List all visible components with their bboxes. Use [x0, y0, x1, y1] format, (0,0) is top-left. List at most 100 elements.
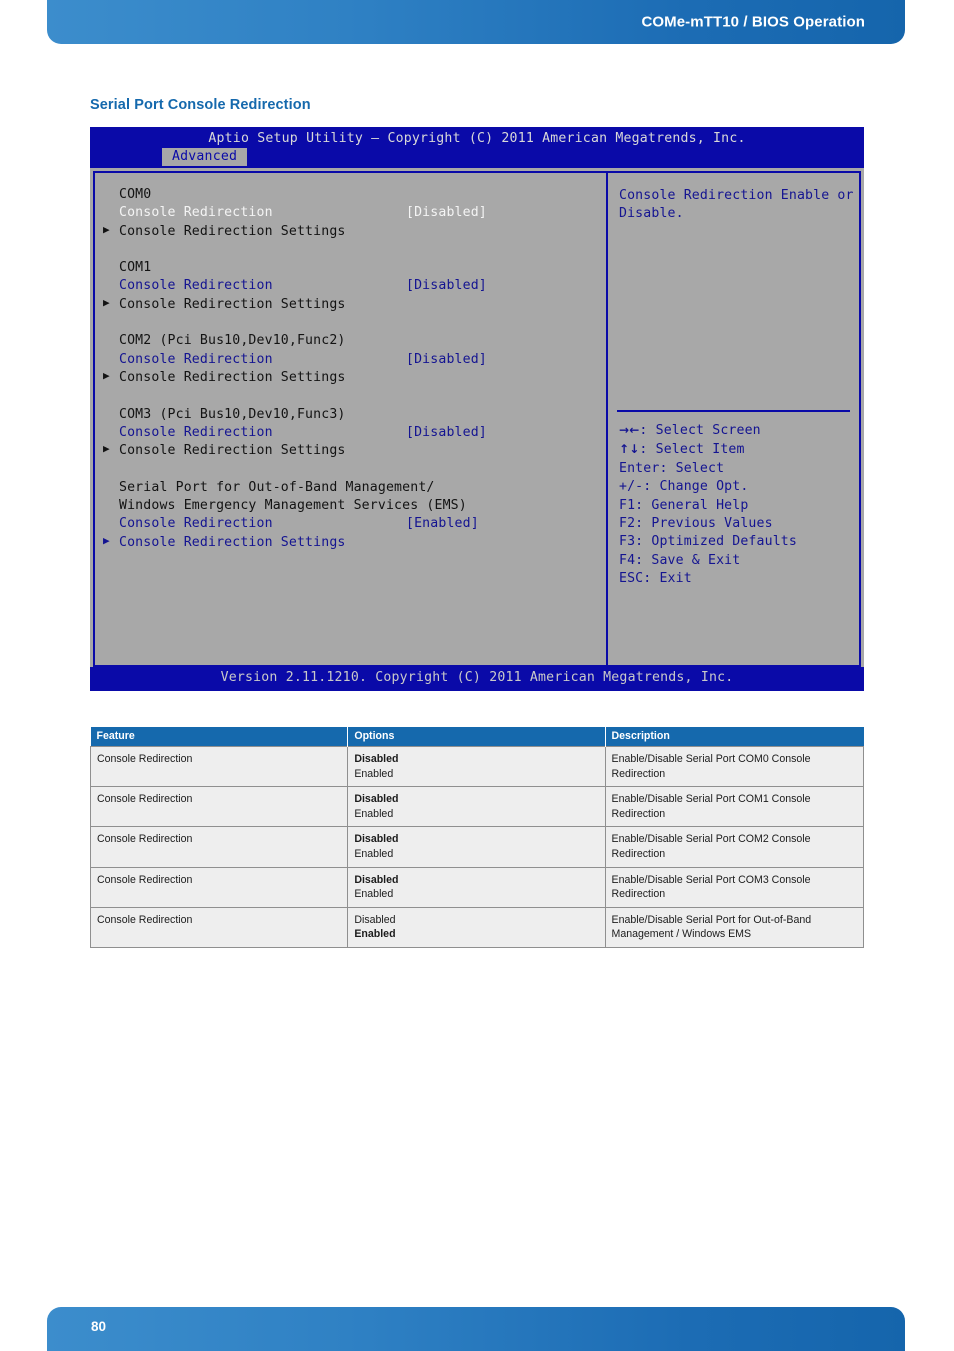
option-default: Disabled: [354, 833, 399, 846]
submenu-label: Console Redirection Settings: [119, 296, 346, 312]
key-legend-text: F2: Previous Values: [619, 516, 773, 532]
description-line2: Management / Windows EMS: [611, 928, 752, 941]
cell-feature: Console Redirection: [89, 906, 349, 949]
group-heading-ems-line2: Windows Emergency Management Services (E…: [103, 498, 606, 516]
key-legend-f4: F4: Save & Exit: [619, 552, 797, 570]
key-legend-text: F3: Optimized Defaults: [619, 534, 797, 550]
cell-options: Disabled Enabled: [347, 786, 606, 828]
submenu-label: Console Redirection Settings: [119, 369, 346, 385]
table-row: Console Redirection Disabled Enabled Ena…: [89, 866, 865, 908]
setting-label: Console Redirection: [119, 516, 273, 532]
key-legend-text: F1: General Help: [619, 497, 749, 513]
key-legend-select-screen: →←: Select Screen: [619, 421, 797, 440]
option-alt: Enabled: [354, 848, 394, 861]
column-header-description: Description: [605, 727, 864, 747]
cell-description: Enable/Disable Serial Port for Out-of-Ba…: [604, 906, 865, 949]
group-heading-ems-line1: Serial Port for Out-of-Band Management/: [103, 480, 606, 498]
cell-options: Disabled Enabled: [347, 826, 606, 868]
submenu-console-redirection-settings-ems[interactable]: ▶ Console Redirection Settings: [103, 533, 606, 553]
group-heading-label: COM2 (Pci Bus10,Dev10,Func2): [119, 333, 346, 349]
table-header-row: Feature Options Description: [90, 727, 864, 747]
setting-value[interactable]: [Disabled]: [406, 205, 487, 220]
cell-description: Enable/Disable Serial Port COM3 Console …: [604, 866, 865, 908]
setting-console-redirection-com2[interactable]: Console Redirection [Disabled]: [103, 352, 606, 370]
group-heading-com2: COM2 (Pci Bus10,Dev10,Func2): [103, 333, 606, 351]
page-title: Serial Port Console Redirection: [90, 97, 311, 113]
option-default: Enabled: [354, 928, 396, 941]
tab-advanced[interactable]: Advanced: [162, 148, 248, 166]
description-line1: Enable/Disable Serial Port COM3 Console …: [611, 873, 811, 901]
setting-console-redirection-com0[interactable]: Console Redirection [Disabled]: [103, 205, 606, 223]
description-line1: Enable/Disable Serial Port COM2 Console …: [611, 833, 811, 861]
table-row: Console Redirection Disabled Enabled Ena…: [89, 786, 865, 828]
bios-screen: Aptio Setup Utility – Copyright (C) 2011…: [90, 127, 864, 691]
setting-value[interactable]: [Enabled]: [406, 516, 479, 531]
setting-label: Console Redirection: [119, 351, 273, 367]
option-alt: Enabled: [354, 807, 394, 820]
group-heading-label: Serial Port for Out-of-Band Management/: [119, 479, 435, 495]
cell-description: Enable/Disable Serial Port COM2 Console …: [604, 826, 865, 868]
table-row: Console Redirection Disabled Enabled Ena…: [89, 745, 865, 788]
setting-value[interactable]: [Disabled]: [406, 425, 487, 440]
key-legend-f1: F1: General Help: [619, 497, 797, 515]
description-line1: Enable/Disable Serial Port COM1 Console …: [611, 793, 811, 820]
setting-value[interactable]: [Disabled]: [406, 352, 487, 367]
table-row: Console Redirection Disabled Enabled Ena…: [89, 906, 865, 949]
help-text-line1: Console Redirection Enable or: [619, 188, 854, 203]
option-alt: Enabled: [354, 888, 394, 901]
setting-console-redirection-ems[interactable]: Console Redirection [Enabled]: [103, 516, 606, 534]
cell-description: Enable/Disable Serial Port COM0 Console …: [604, 745, 865, 788]
group-heading-com0: COM0: [103, 187, 606, 205]
submenu-console-redirection-settings-com2[interactable]: ▶ Console Redirection Settings: [103, 368, 606, 388]
cell-description: Enable/Disable Serial Port COM1 Console …: [604, 786, 865, 828]
option-default: Disabled: [354, 793, 399, 806]
key-legend-text: Enter: Select: [619, 460, 725, 476]
key-legend-text: ESC: Exit: [619, 571, 692, 587]
cell-feature: Console Redirection: [89, 826, 349, 868]
option-alt: Disabled: [354, 913, 396, 926]
submenu-label: Console Redirection Settings: [119, 443, 346, 459]
key-legend-text: : Select Item: [639, 442, 745, 458]
group-heading-label: COM3 (Pci Bus10,Dev10,Func3): [119, 406, 346, 422]
cell-feature: Console Redirection: [89, 866, 349, 908]
submenu-console-redirection-settings-com0[interactable]: ▶ Console Redirection Settings: [103, 223, 606, 242]
cell-options: Disabled Enabled: [347, 866, 606, 908]
setting-console-redirection-com1[interactable]: Console Redirection [Disabled]: [103, 278, 606, 296]
table-row: Console Redirection Disabled Enabled Ena…: [89, 826, 865, 868]
option-alt: Enabled: [354, 767, 394, 780]
bios-help-panel: Console Redirection Enable or Disable. →…: [608, 173, 859, 665]
submenu-console-redirection-settings-com1[interactable]: ▶ Console Redirection Settings: [103, 296, 606, 315]
key-legend-select-item: ↑↓: Select Item: [619, 440, 797, 459]
group-heading-label-2: Windows Emergency Management Services (E…: [119, 498, 467, 514]
bios-titlebar: Aptio Setup Utility – Copyright (C) 2011…: [90, 127, 864, 168]
bios-title-text: Aptio Setup Utility – Copyright (C) 2011…: [208, 131, 746, 146]
triangle-right-icon: ▶: [103, 533, 110, 547]
submenu-console-redirection-settings-com3[interactable]: ▶ Console Redirection Settings: [103, 442, 606, 461]
triangle-right-icon: ▶: [103, 442, 110, 456]
bios-body: COM0 Console Redirection [Disabled] ▶ Co…: [90, 168, 864, 667]
bios-version-text: Version 2.11.1210. Copyright (C) 2011 Am…: [220, 670, 734, 685]
triangle-right-icon: ▶: [103, 368, 110, 382]
setting-label: Console Redirection: [119, 278, 273, 294]
arrow-left-right-icon: →←: [619, 423, 640, 437]
key-legend-f3: F3: Optimized Defaults: [619, 533, 797, 551]
setting-label: Console Redirection: [119, 205, 273, 221]
feature-options-table: Feature Options Description Console Redi…: [89, 727, 865, 949]
cell-feature: Console Redirection: [89, 786, 349, 828]
key-legend-text: F4: Save & Exit: [619, 552, 741, 568]
setting-console-redirection-com3[interactable]: Console Redirection [Disabled]: [103, 425, 606, 443]
key-legend-text: : Select Screen: [639, 423, 761, 438]
description-line1: Enable/Disable Serial Port for Out-of-Ba…: [611, 913, 812, 926]
submenu-label: Console Redirection Settings: [119, 223, 346, 239]
setting-value[interactable]: [Disabled]: [406, 278, 487, 293]
page-header-title: COMe-mTT10 / BIOS Operation: [641, 13, 865, 31]
help-text-line2: Disable.: [619, 206, 684, 222]
key-legend-text: +/-: Change Opt.: [619, 479, 749, 495]
description-line1: Enable/Disable Serial Port COM0 Console …: [611, 753, 811, 780]
group-heading-com1: COM1: [103, 260, 606, 278]
group-heading-com3: COM3 (Pci Bus10,Dev10,Func3): [103, 407, 606, 425]
column-header-options: Options: [347, 727, 606, 747]
